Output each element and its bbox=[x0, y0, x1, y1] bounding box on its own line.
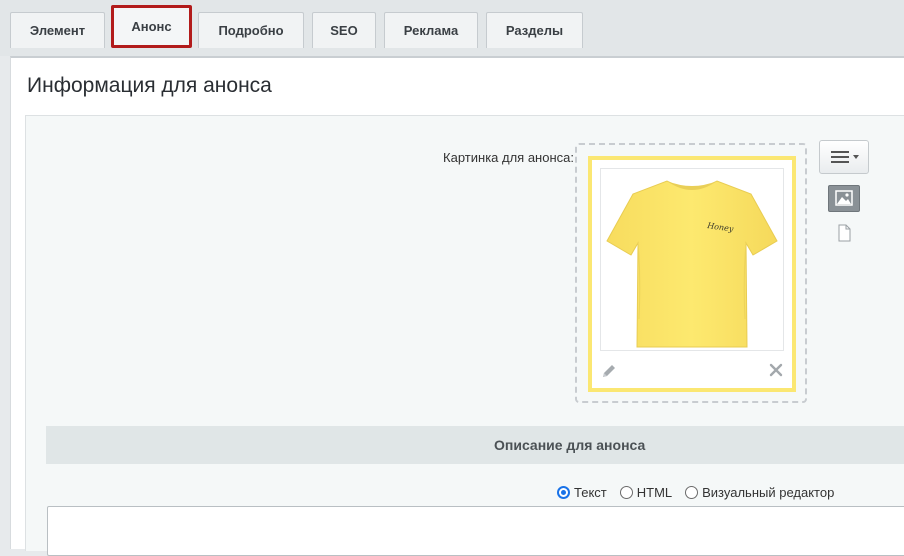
page-title: Информация для анонса bbox=[27, 74, 272, 97]
tab-sections[interactable]: Разделы bbox=[486, 12, 583, 48]
image-frame: Honey bbox=[588, 156, 796, 392]
tab-ads-label: Реклама bbox=[403, 23, 459, 38]
mode-html-option[interactable]: HTML bbox=[619, 484, 673, 500]
tab-seo-label: SEO bbox=[330, 23, 358, 38]
mode-text-option[interactable]: Текст bbox=[557, 485, 607, 500]
tab-announce[interactable]: Анонс bbox=[111, 5, 192, 48]
tab-details-label: Подробно bbox=[218, 23, 284, 38]
tab-announce-label: Анонс bbox=[131, 19, 172, 34]
mode-visual-radio[interactable] bbox=[685, 485, 699, 499]
announce-form: Картинка для анонса: Honey Описание для … bbox=[25, 115, 904, 556]
mode-html-radio[interactable] bbox=[619, 485, 633, 499]
mode-html-label: HTML bbox=[636, 484, 673, 500]
image-mode-icon bbox=[835, 190, 853, 206]
image-mode-button[interactable] bbox=[828, 185, 860, 212]
image-dropzone[interactable]: Honey bbox=[575, 143, 807, 403]
description-section-title: Описание для анонса bbox=[494, 437, 646, 453]
mode-visual-label: Визуальный редактор bbox=[702, 484, 835, 500]
preview-image[interactable]: Honey bbox=[600, 168, 784, 351]
tshirt-image: Honey bbox=[606, 180, 778, 348]
tab-bar: Элемент Анонс Подробно SEO Реклама Разде… bbox=[0, 0, 904, 56]
delete-icon[interactable] bbox=[769, 363, 783, 377]
image-menu-button[interactable] bbox=[819, 140, 869, 174]
tab-element-label: Элемент bbox=[29, 23, 86, 38]
file-icon[interactable] bbox=[836, 224, 852, 242]
tab-sections-label: Разделы bbox=[505, 23, 564, 38]
mode-visual-option[interactable]: Визуальный редактор bbox=[685, 485, 834, 500]
menu-icon bbox=[831, 151, 859, 163]
mode-text-label: Текст bbox=[574, 484, 607, 500]
preview-image-label: Картинка для анонса: bbox=[443, 150, 574, 165]
tab-seo[interactable]: SEO bbox=[312, 12, 376, 48]
description-section-header: Описание для анонса bbox=[46, 426, 904, 464]
edit-icon[interactable] bbox=[601, 363, 617, 379]
announce-panel: Информация для анонса Картинка для анонс… bbox=[10, 56, 904, 556]
tab-details[interactable]: Подробно bbox=[198, 12, 304, 48]
tab-ads[interactable]: Реклама bbox=[384, 12, 478, 48]
mode-text-radio[interactable] bbox=[557, 485, 570, 499]
description-mode-selector: Текст HTML Визуальный редактор bbox=[557, 482, 847, 502]
tab-element[interactable]: Элемент bbox=[10, 12, 105, 48]
